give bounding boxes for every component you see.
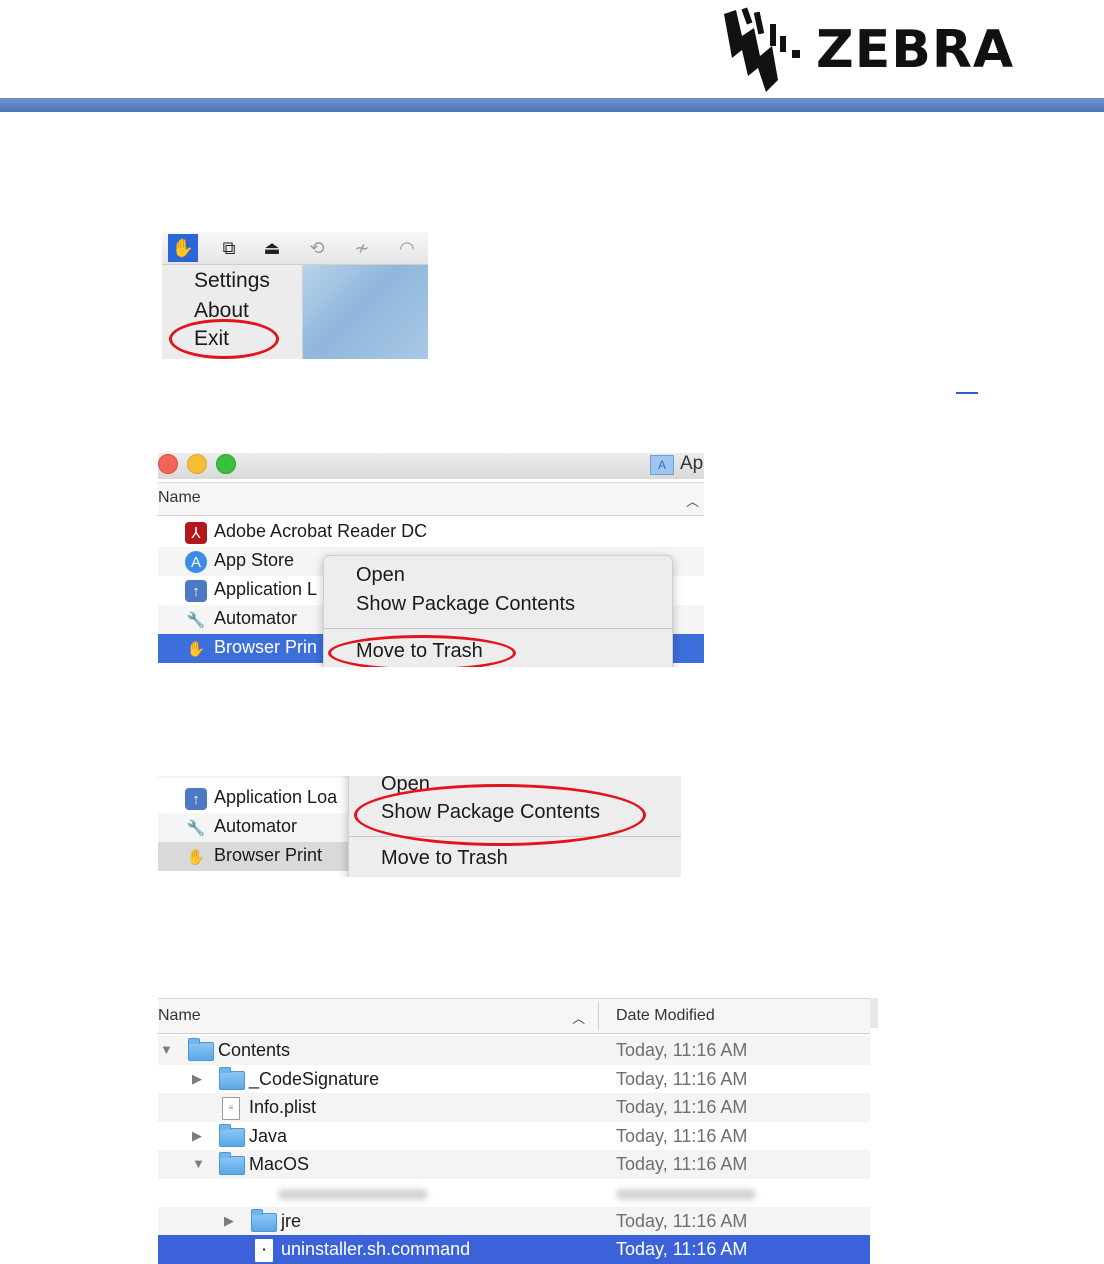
list-item-label: Browser Print	[214, 845, 323, 865]
folder-icon	[251, 1209, 277, 1232]
disclosure-closed-icon[interactable]: ▶	[192, 1071, 202, 1087]
automator-icon: 🔧	[186, 820, 206, 837]
column-name-label[interactable]: Name	[158, 1007, 201, 1025]
status-menu-dropdown: Settings About Exit	[162, 265, 303, 359]
applications-folder-icon: A	[650, 455, 674, 475]
menu-separator	[349, 836, 681, 837]
table-row[interactable]: ▶ _CodeSignature Today, 11:16 AM	[158, 1065, 870, 1094]
column-name-label: Name	[158, 489, 201, 506]
menu-item-move-to-trash[interactable]: Move to Trash	[356, 640, 483, 663]
disclosure-closed-icon[interactable]: ▶	[192, 1128, 202, 1144]
zebra-head-icon	[724, 7, 800, 92]
sort-ascending-icon: ︿	[686, 494, 700, 509]
mac-menubar: ✋ ⧉ ⏏ ⟲ ≁ ◠	[162, 232, 428, 265]
row-name: Java	[249, 1126, 288, 1146]
link-underline[interactable]	[956, 392, 978, 394]
row-name: _CodeSignature	[249, 1069, 380, 1089]
menu-item-show-package-contents[interactable]: Show Package Contents	[381, 801, 600, 824]
time-machine-icon[interactable]: ⟲	[302, 234, 332, 262]
plist-file-icon: ≡	[222, 1097, 240, 1120]
app-store-icon: A	[185, 551, 207, 573]
row-name: Info.plist	[249, 1097, 317, 1117]
browser-print-icon: ✋	[186, 849, 206, 866]
context-menu: Open Show Package Contents Move to Trash	[323, 555, 673, 667]
desktop-background	[302, 265, 428, 359]
disclosure-open-icon[interactable]: ▼	[160, 1042, 173, 1057]
acrobat-icon: ⅄	[185, 522, 207, 544]
row-date: Today, 11:16 AM	[616, 1154, 748, 1174]
row-name: uninstaller.sh.command	[281, 1239, 471, 1259]
table-row[interactable]: ▶ Java Today, 11:16 AM	[158, 1122, 870, 1151]
list-item-label: Automator	[214, 608, 298, 628]
row-date: Today, 11:16 AM	[616, 1097, 748, 1117]
disclosure-open-icon[interactable]: ▼	[192, 1156, 205, 1171]
folder-icon	[188, 1038, 214, 1061]
wifi-icon[interactable]: ◠	[392, 234, 422, 262]
folder-icon	[219, 1067, 245, 1090]
menu-item-settings[interactable]: Settings	[194, 269, 270, 293]
table-row[interactable]: ▼ MacOS Today, 11:16 AM	[158, 1150, 870, 1179]
show-package-contents-screenshot: ↑ Application Loa 🔧 Automator ✋ Browser …	[158, 776, 681, 877]
disclosure-closed-icon[interactable]: ▶	[224, 1213, 234, 1229]
menu-item-exit[interactable]: Exit	[194, 327, 229, 351]
table-row[interactable]: ▼ Contents Today, 11:16 AM	[158, 1036, 870, 1065]
menu-item-move-to-trash[interactable]: Move to Trash	[381, 847, 508, 870]
browser-print-icon: ✋	[186, 641, 206, 658]
row-date: Today, 11:16 AM	[616, 1040, 748, 1060]
menubar-screenshot: ✋ ⧉ ⏏ ⟲ ≁ ◠ Settings About Exit	[162, 232, 428, 359]
column-date-label[interactable]: Date Modified	[616, 1007, 715, 1025]
column-divider[interactable]	[598, 1001, 599, 1031]
package-contents-screenshot: Name ︿ Date Modified ▼ Contents Today, 1…	[158, 998, 878, 1264]
list-item-label: Application Loa	[214, 787, 338, 807]
automator-icon: 🔧	[186, 612, 206, 629]
minimize-button[interactable]	[187, 454, 207, 474]
application-loader-icon: ↑	[185, 580, 207, 602]
window-titlebar: A Ap	[158, 453, 704, 479]
menu-item-show-package-contents[interactable]: Show Package Contents	[356, 593, 575, 616]
menu-item-open[interactable]: Open	[356, 564, 405, 587]
blurred-date	[616, 1189, 756, 1200]
folder-icon	[219, 1124, 245, 1147]
close-button[interactable]	[158, 454, 178, 474]
row-name: jre	[281, 1211, 302, 1231]
context-menu: Open Show Package Contents Move to Trash	[348, 776, 681, 877]
applications-window-screenshot: A Ap Name ︿ ⅄ Adobe Acrobat Reader DC A …	[158, 453, 704, 667]
list-item-label: Application L	[214, 579, 318, 599]
row-name: Contents	[218, 1040, 291, 1060]
table-row[interactable]: ▶ jre Today, 11:16 AM	[158, 1207, 870, 1236]
list-item[interactable]: ⅄ Adobe Acrobat Reader DC	[158, 518, 704, 547]
row-date: Today, 11:16 AM	[616, 1211, 748, 1231]
command-file-icon: ▪	[255, 1239, 273, 1262]
menu-separator	[324, 628, 672, 629]
row-date: Today, 11:16 AM	[616, 1126, 748, 1146]
screens-icon[interactable]: ⧉	[214, 234, 244, 262]
list-item-label: Browser Prin	[214, 637, 318, 657]
menu-item-open[interactable]: Open	[381, 776, 430, 796]
table-row[interactable]: ≡ Info.plist Today, 11:16 AM	[158, 1093, 870, 1122]
browser-print-zebra-icon[interactable]: ✋	[168, 234, 198, 262]
blurred-filename	[278, 1189, 428, 1200]
logo-wordmark: ZEBRA	[816, 20, 1015, 80]
scrollbar[interactable]	[870, 998, 878, 1028]
folder-icon	[219, 1152, 245, 1175]
table-row-selected[interactable]: ▪ uninstaller.sh.command Today, 11:16 AM	[158, 1235, 870, 1264]
row-date: Today, 11:16 AM	[616, 1069, 748, 1089]
row-name: MacOS	[249, 1154, 310, 1174]
list-item-label: Adobe Acrobat Reader DC	[214, 521, 428, 541]
list-item-label: App Store	[214, 550, 295, 570]
list-item-label: Automator	[214, 816, 298, 836]
column-header: Name ︿ Date Modified	[158, 998, 870, 1034]
zebra-logo: ZEBRA	[714, 0, 1034, 100]
sort-ascending-icon: ︿	[572, 1011, 586, 1026]
window-title: Ap	[680, 453, 704, 474]
activity-icon[interactable]: ≁	[347, 234, 377, 262]
zoom-button[interactable]	[216, 454, 236, 474]
table-row-redacted[interactable]	[158, 1179, 870, 1208]
header-divider-bar	[0, 98, 1104, 112]
application-loader-icon: ↑	[185, 788, 207, 810]
eject-icon[interactable]: ⏏	[257, 234, 287, 262]
column-header-name[interactable]: Name ︿	[158, 482, 704, 516]
row-date: Today, 11:16 AM	[616, 1239, 748, 1259]
menu-item-about[interactable]: About	[194, 299, 249, 323]
